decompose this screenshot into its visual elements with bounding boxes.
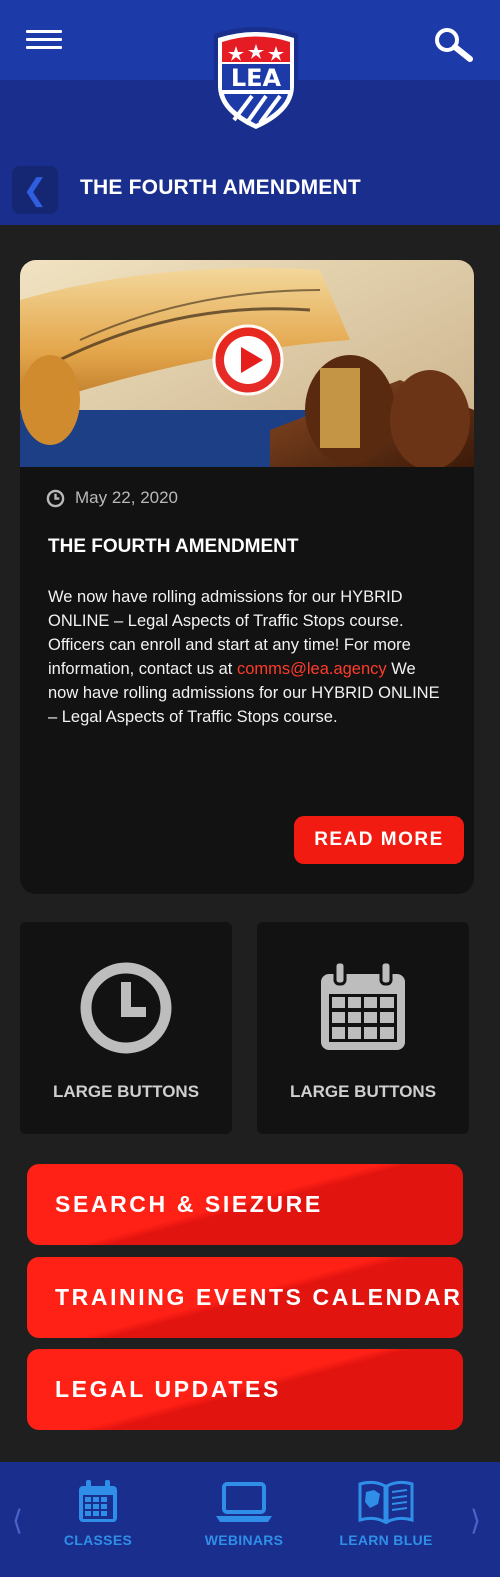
article-card: May 22, 2020 THE FOURTH AMENDMENT We now… [20, 260, 474, 894]
article-date: May 22, 2020 [75, 488, 179, 507]
search-and-seizure-button[interactable]: SEARCH & SIEZURE [27, 1164, 463, 1245]
nav-next-arrow[interactable]: ⟩ [470, 1504, 481, 1537]
page-title: THE FOURTH AMENDMENT [80, 176, 361, 199]
laptop-icon [216, 1482, 272, 1522]
article-title: THE FOURTH AMENDMENT [48, 536, 299, 557]
article-excerpt: We now have rolling admissions for our H… [48, 585, 448, 729]
play-icon[interactable] [210, 322, 286, 398]
read-more-button[interactable]: READ MORE [294, 816, 464, 864]
training-events-calendar-button[interactable]: TRAINING EVENTS CALENDAR [27, 1257, 463, 1338]
nav-label: LEARN BLUE [339, 1532, 433, 1548]
bottom-nav: ⟨ ⟩ CLASSES WEBINARS LEARN BLUE [0, 1462, 500, 1577]
clock-icon [46, 489, 65, 507]
calendar-icon [79, 1480, 117, 1522]
lea-logo[interactable]: LEA [210, 24, 302, 136]
calendar-icon [321, 960, 405, 1050]
back-button[interactable]: ❮ [12, 166, 58, 214]
search-icon[interactable] [432, 26, 474, 64]
nav-item-webinars[interactable]: WEBINARS [189, 1480, 299, 1548]
nav-label: CLASSES [63, 1532, 133, 1548]
large-button-clock[interactable]: LARGE BUTTONS [20, 922, 232, 1134]
email-link[interactable]: comms@lea.agency [237, 660, 387, 678]
nav-item-learn-blue[interactable]: LEARN BLUE [331, 1480, 441, 1548]
clock-icon [80, 962, 172, 1054]
nav-item-classes[interactable]: CLASSES [43, 1480, 153, 1548]
logo-text: LEA [231, 64, 282, 92]
legal-updates-button[interactable]: LEGAL UPDATES [27, 1349, 463, 1430]
large-button-label: LARGE BUTTONS [52, 1082, 200, 1101]
large-button-label: LARGE BUTTONS [289, 1082, 437, 1101]
nav-label: WEBINARS [204, 1532, 284, 1548]
menu-icon[interactable] [26, 30, 62, 52]
book-icon [358, 1480, 414, 1524]
article-date-row: May 22, 2020 [46, 488, 178, 508]
nav-prev-arrow[interactable]: ⟨ [12, 1504, 23, 1537]
chevron-left-icon: ❮ [22, 173, 48, 207]
large-button-calendar[interactable]: LARGE BUTTONS [257, 922, 469, 1134]
